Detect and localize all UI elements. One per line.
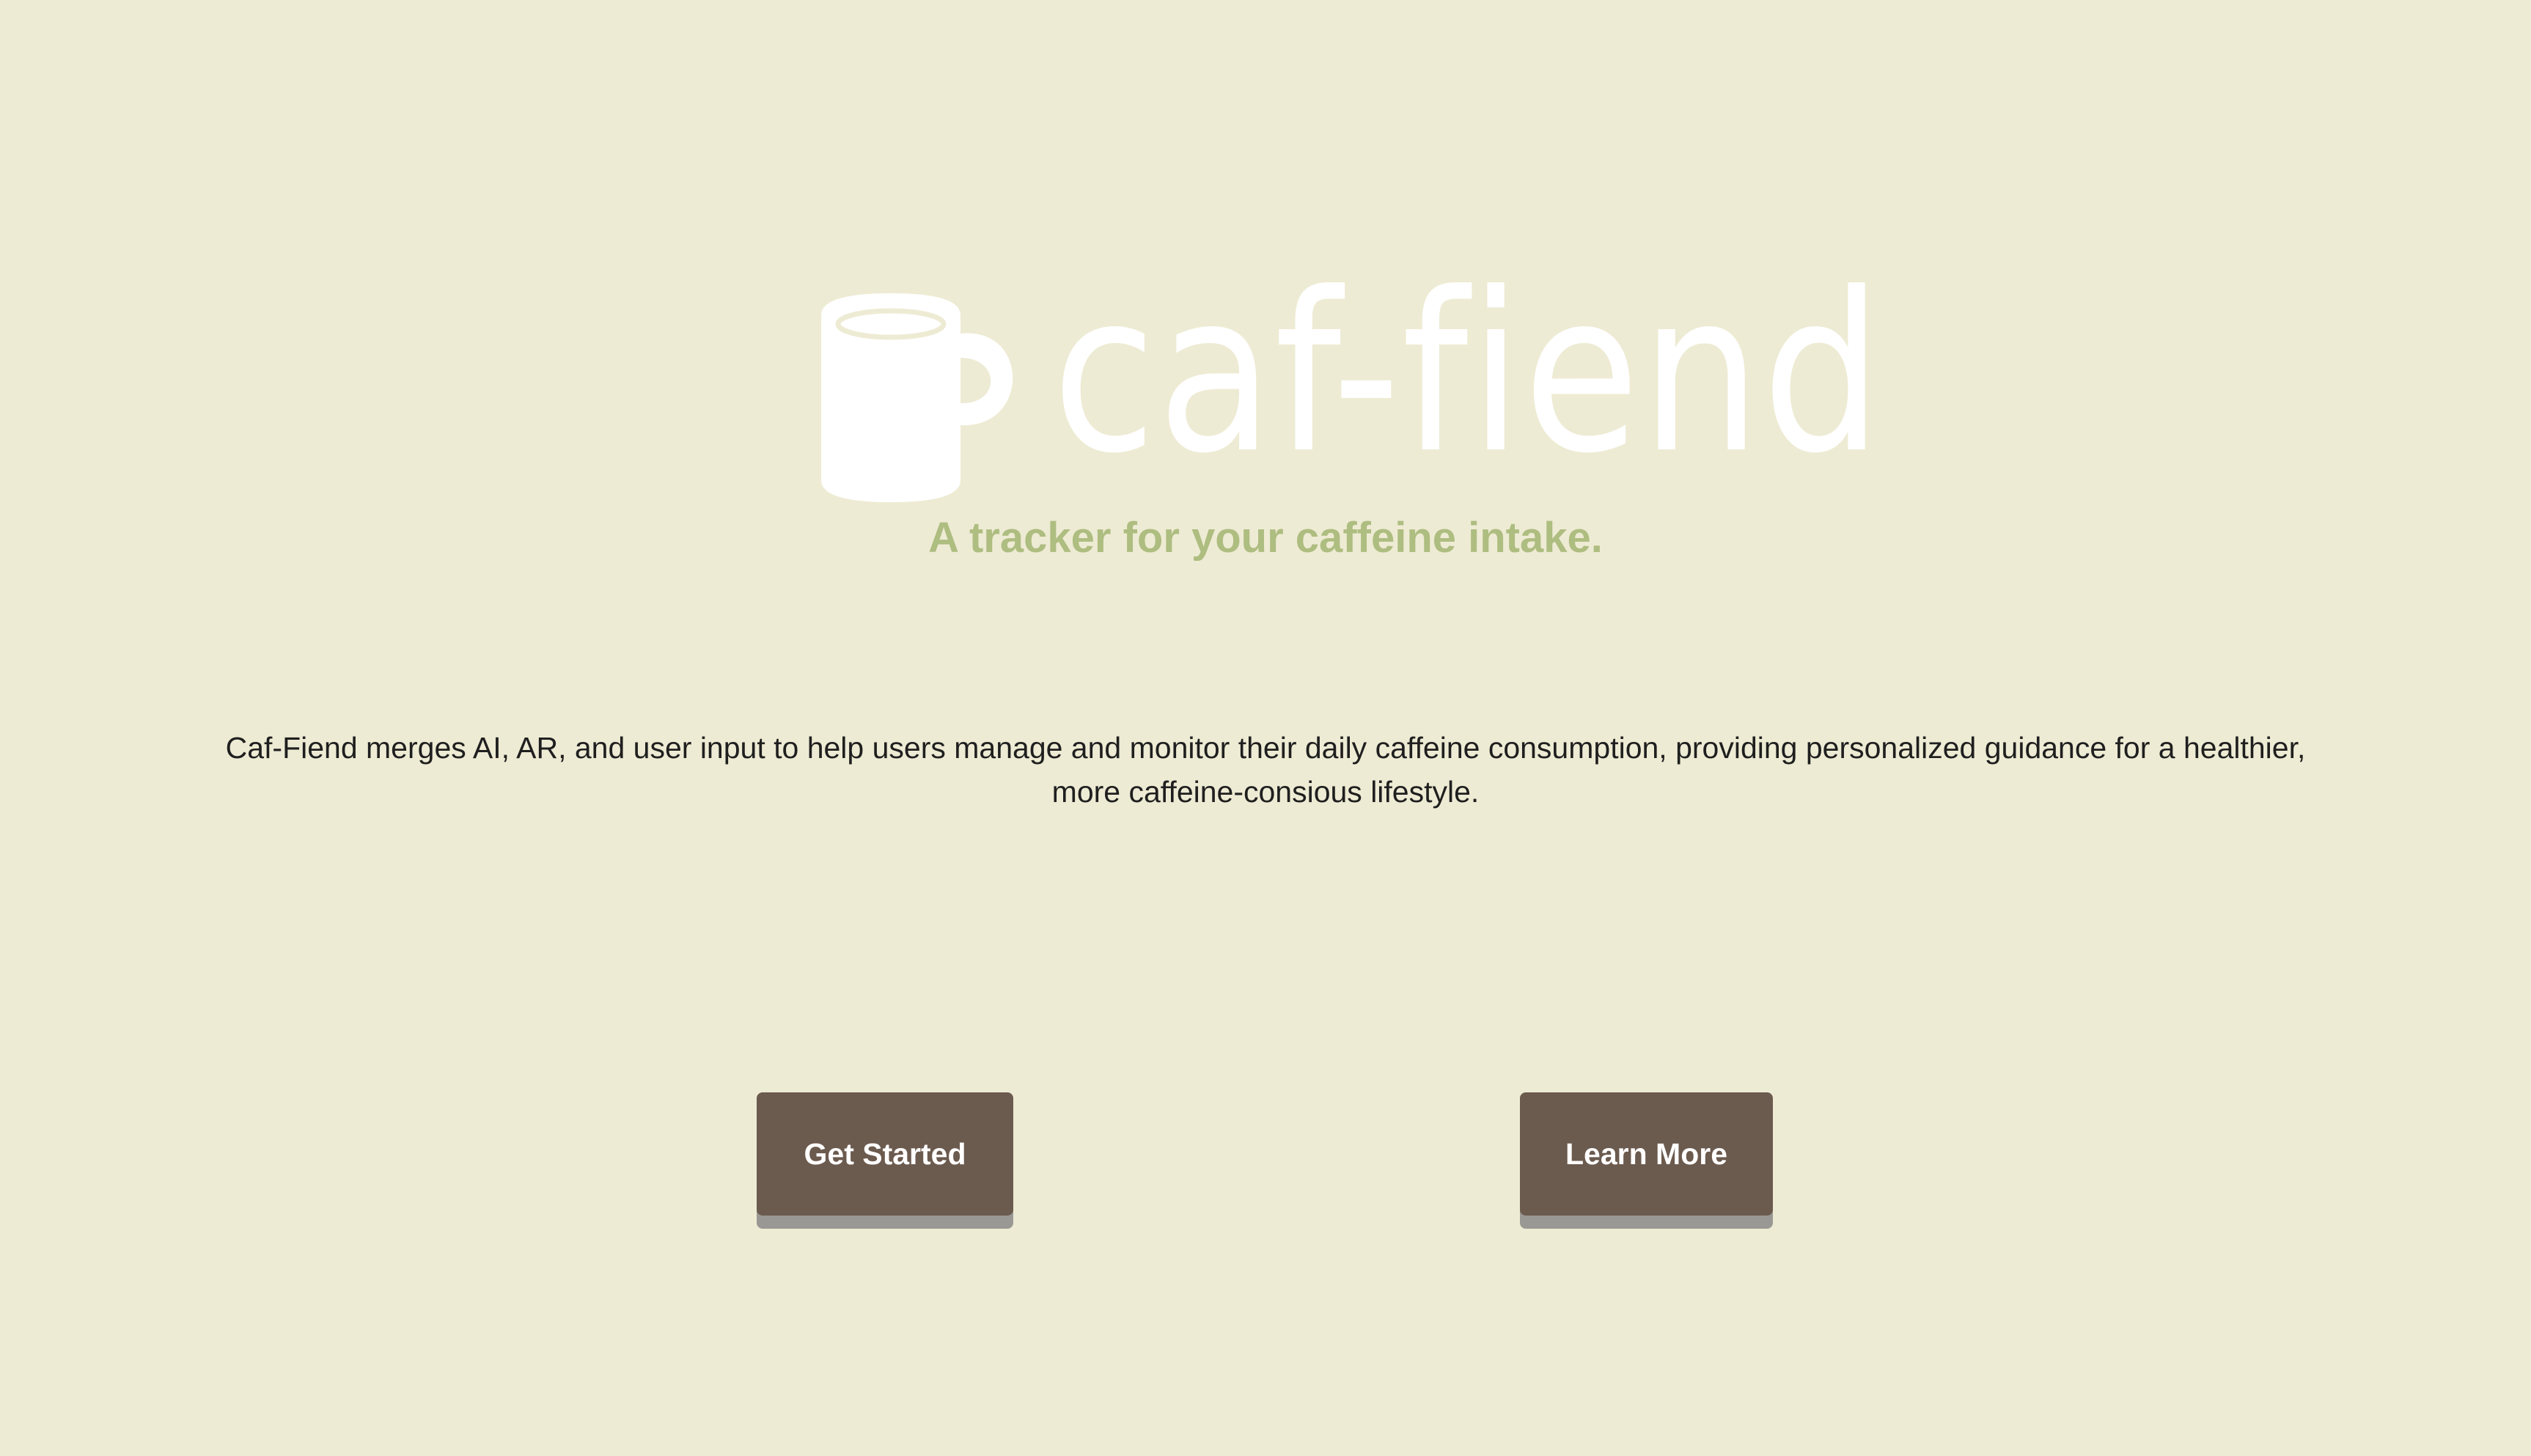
- tagline: A tracker for your caffeine intake.: [928, 514, 1603, 562]
- brand-wordmark: caf-fiend: [1052, 246, 1884, 501]
- hero-description: Caf-Fiend merges AI, AR, and user input …: [225, 731, 2306, 809]
- logo: caf-fiend: [818, 264, 1882, 506]
- coffee-mug-icon: [818, 293, 1023, 502]
- learn-more-button[interactable]: Learn More: [1520, 1092, 1773, 1216]
- hero-section: caf-fiend A tracker for your caffeine in…: [0, 0, 2531, 1456]
- get-started-button[interactable]: Get Started: [757, 1092, 1013, 1216]
